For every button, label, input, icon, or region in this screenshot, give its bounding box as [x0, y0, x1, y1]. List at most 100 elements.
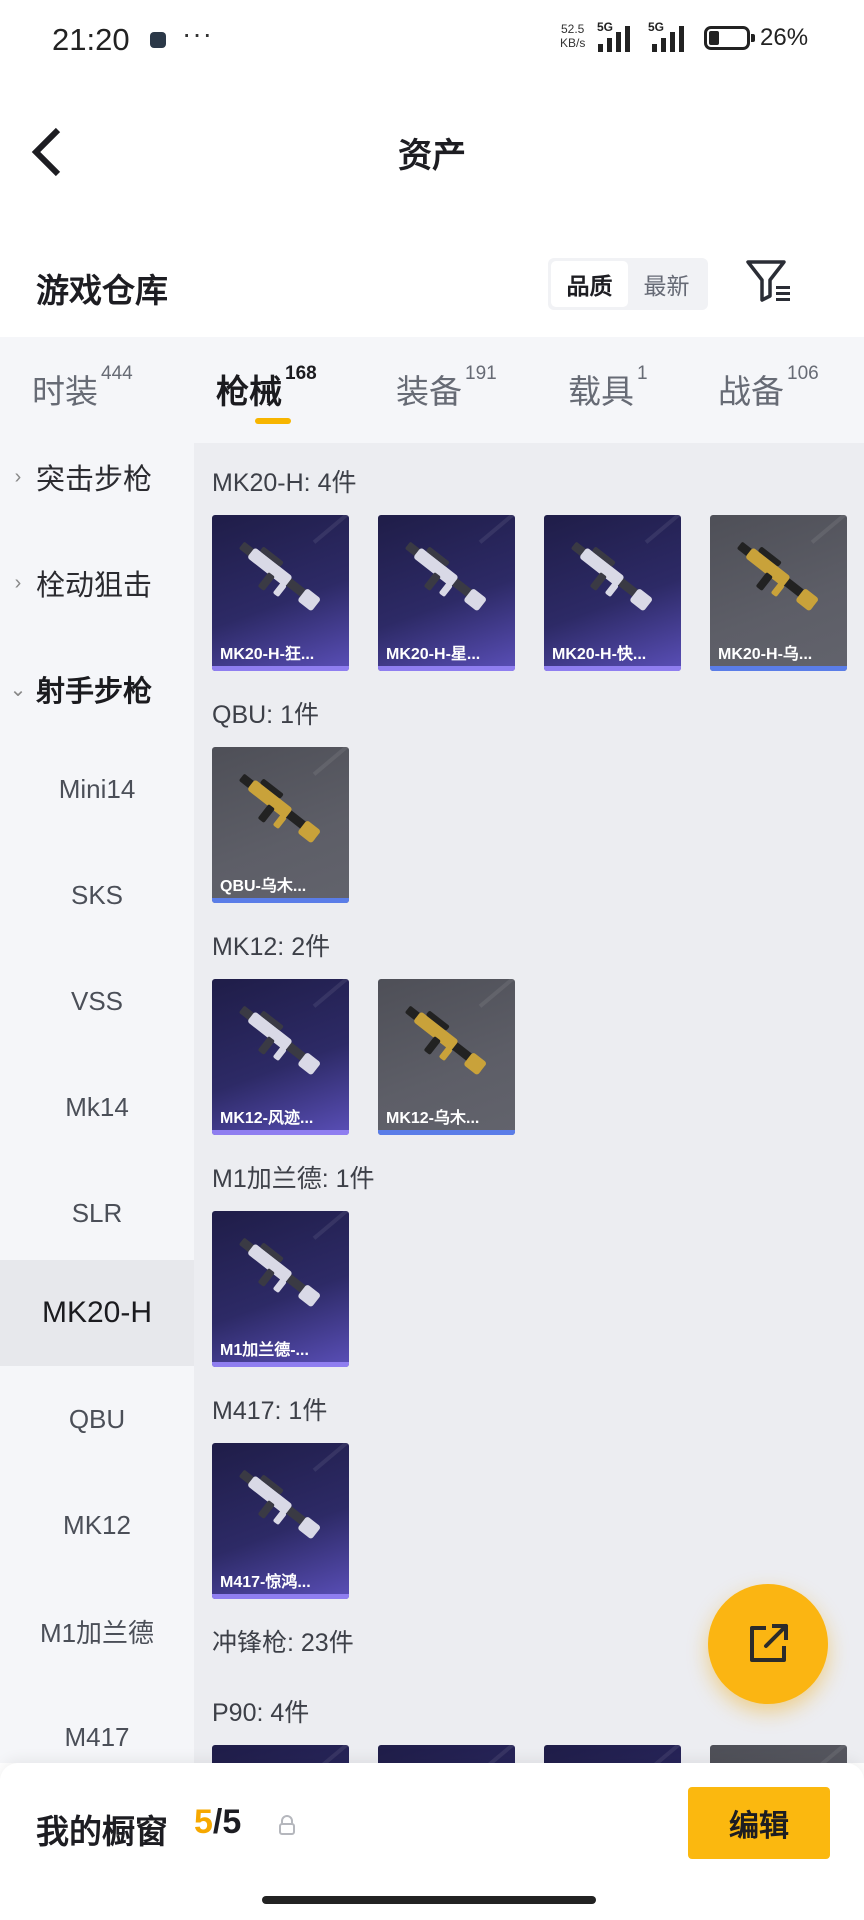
group-title: MK12: 2件 — [212, 933, 331, 961]
weapon-name: MK12-风迹... — [220, 1110, 314, 1127]
category-tabs: 时装 444 枪械 168 装备 191 载具 1 战备 106 — [0, 337, 864, 443]
sidebar-item-mk12[interactable]: MK12 — [0, 1472, 194, 1578]
tab-equipment[interactable]: 装备 191 — [396, 363, 497, 413]
weapon-card[interactable]: QBU-乌木... — [212, 747, 349, 903]
group-title: P90: 4件 — [212, 1699, 310, 1727]
sort-newest-button[interactable]: 最新 — [628, 261, 705, 307]
rifle-icon — [239, 1006, 320, 1075]
rarity-bar — [710, 666, 847, 671]
page-title: 资产 — [398, 137, 466, 175]
battery-icon — [704, 26, 755, 50]
weapon-card[interactable]: MK20-H-乌... — [710, 515, 847, 671]
tab-vehicles[interactable]: 载具 1 — [568, 363, 648, 413]
showcase-count: 5/5 — [194, 1803, 241, 1842]
rifle-icon — [239, 542, 320, 611]
sidebar-category-label: 射手步枪 — [36, 676, 153, 708]
sidebar-item-vss[interactable]: VSS — [0, 948, 194, 1054]
weapon-card[interactable]: MK20-H-快... — [544, 515, 681, 671]
weapon-card[interactable] — [378, 1745, 515, 1763]
home-indicator — [262, 1896, 596, 1904]
tab-count: 106 — [787, 363, 819, 384]
weapon-card[interactable]: MK20-H-星... — [378, 515, 515, 671]
rifle-icon — [239, 1238, 320, 1307]
showcase-separator: / — [212, 1803, 223, 1841]
showcase-total: 5 — [222, 1803, 242, 1841]
share-external-icon — [750, 1624, 788, 1662]
rifle-icon — [737, 542, 818, 611]
showcase-used: 5 — [194, 1803, 213, 1841]
rifle-icon — [405, 542, 486, 611]
network-speed-value: 52.5 — [560, 22, 585, 36]
rarity-bar — [544, 666, 681, 671]
tab-firearms[interactable]: 枪械 168 — [216, 363, 317, 413]
sidebar-category-marksman-rifle[interactable]: ⌄ 射手步枪 — [0, 655, 194, 723]
weapon-card[interactable] — [212, 1745, 349, 1763]
weapon-card[interactable]: M417-惊鸿... — [212, 1443, 349, 1599]
rifle-icon — [556, 1755, 669, 1763]
weapon-card[interactable] — [544, 1745, 681, 1763]
sidebar-category-label: 突击步枪 — [36, 464, 153, 496]
weapon-card[interactable]: MK12-乌木... — [378, 979, 515, 1135]
tab-count: 444 — [101, 363, 133, 384]
chevron-right-icon: › — [14, 465, 22, 488]
network-speed-unit: KB/s — [560, 36, 586, 50]
sidebar-item-mk20h[interactable]: MK20-H — [0, 1260, 194, 1366]
sidebar-category-label: 栓动狙击 — [36, 570, 153, 602]
weapon-name: M417-惊鸿... — [220, 1574, 311, 1591]
tab-fashion[interactable]: 时装 444 — [32, 363, 133, 413]
tab-count: 168 — [285, 363, 317, 384]
sidebar-category-assault-rifle[interactable]: › 突击步枪 — [0, 443, 194, 511]
weapon-name: MK20-H-狂... — [220, 646, 315, 663]
battery-percent: 26% — [760, 24, 809, 51]
sidebar-item-sks[interactable]: SKS — [0, 842, 194, 948]
rifle-icon — [571, 542, 652, 611]
weapon-name: QBU-乌木... — [220, 878, 307, 895]
showcase-title: 我的橱窗 — [36, 1813, 168, 1850]
edit-button[interactable]: 编辑 — [688, 1787, 830, 1859]
rarity-bar — [212, 898, 349, 903]
weapon-name: MK20-H-星... — [386, 646, 481, 663]
tiktok-notification-icon — [150, 32, 166, 48]
sidebar-item-mini14[interactable]: Mini14 — [0, 736, 194, 842]
weapon-type-sidebar: › 突击步枪 › 栓动狙击 ⌄ 射手步枪 Mini14 SKS VSS Mk14… — [0, 443, 194, 1763]
rarity-bar — [212, 1362, 349, 1367]
weapon-card[interactable]: MK20-H-狂... — [212, 515, 349, 671]
group-title: QBU: 1件 — [212, 701, 319, 729]
sidebar-item-slr[interactable]: SLR — [0, 1160, 194, 1266]
tab-supplies[interactable]: 战备 106 — [718, 363, 819, 413]
sim1-signal-icon — [598, 26, 630, 52]
weapon-name: MK20-H-乌... — [718, 646, 813, 663]
sim2-signal-icon — [652, 26, 684, 52]
rifle-icon — [405, 1006, 486, 1075]
tab-label: 时装 — [32, 373, 98, 410]
sidebar-category-bolt-sniper[interactable]: › 栓动狙击 — [0, 549, 194, 617]
weapon-card[interactable] — [710, 1745, 847, 1763]
rarity-bar — [378, 1130, 515, 1135]
weapon-card[interactable]: MK12-风迹... — [212, 979, 349, 1135]
tab-label: 载具 — [568, 373, 634, 410]
rifle-icon — [722, 1755, 835, 1763]
tab-label: 装备 — [396, 373, 462, 410]
group-title: 冲锋枪: 23件 — [212, 1629, 354, 1657]
sidebar-item-qbu[interactable]: QBU — [0, 1366, 194, 1472]
rifle-icon — [390, 1755, 503, 1763]
weapon-card[interactable]: M1加兰德-... — [212, 1211, 349, 1367]
weapon-list: MK20-H: 4件 MK20-H-狂... MK20-H-星... MK20-H-快… — [194, 443, 864, 1763]
tab-count: 1 — [637, 363, 648, 384]
group-title: M1加兰德: 1件 — [212, 1165, 375, 1193]
weapon-name: MK20-H-快... — [552, 646, 647, 663]
share-button[interactable] — [708, 1584, 828, 1704]
more-notifications-icon: ··· — [182, 18, 213, 49]
sort-toggle: 品质 最新 — [548, 258, 708, 310]
network-speed: 52.5 KB/s — [560, 22, 585, 50]
status-time: 21:20 — [52, 22, 130, 57]
filter-button[interactable] — [744, 256, 796, 308]
tab-label: 战备 — [718, 373, 784, 410]
lock-icon — [279, 1815, 295, 1835]
status-bar: 21:20 ··· 52.5 KB/s 5G 5G 26% — [0, 0, 864, 80]
sidebar-item-mk14[interactable]: Mk14 — [0, 1054, 194, 1160]
chevron-down-icon: ⌄ — [9, 678, 27, 701]
rifle-icon — [224, 1755, 337, 1763]
sidebar-item-m1-garand[interactable]: M1加兰德 — [0, 1578, 194, 1684]
sort-quality-button[interactable]: 品质 — [551, 261, 628, 307]
